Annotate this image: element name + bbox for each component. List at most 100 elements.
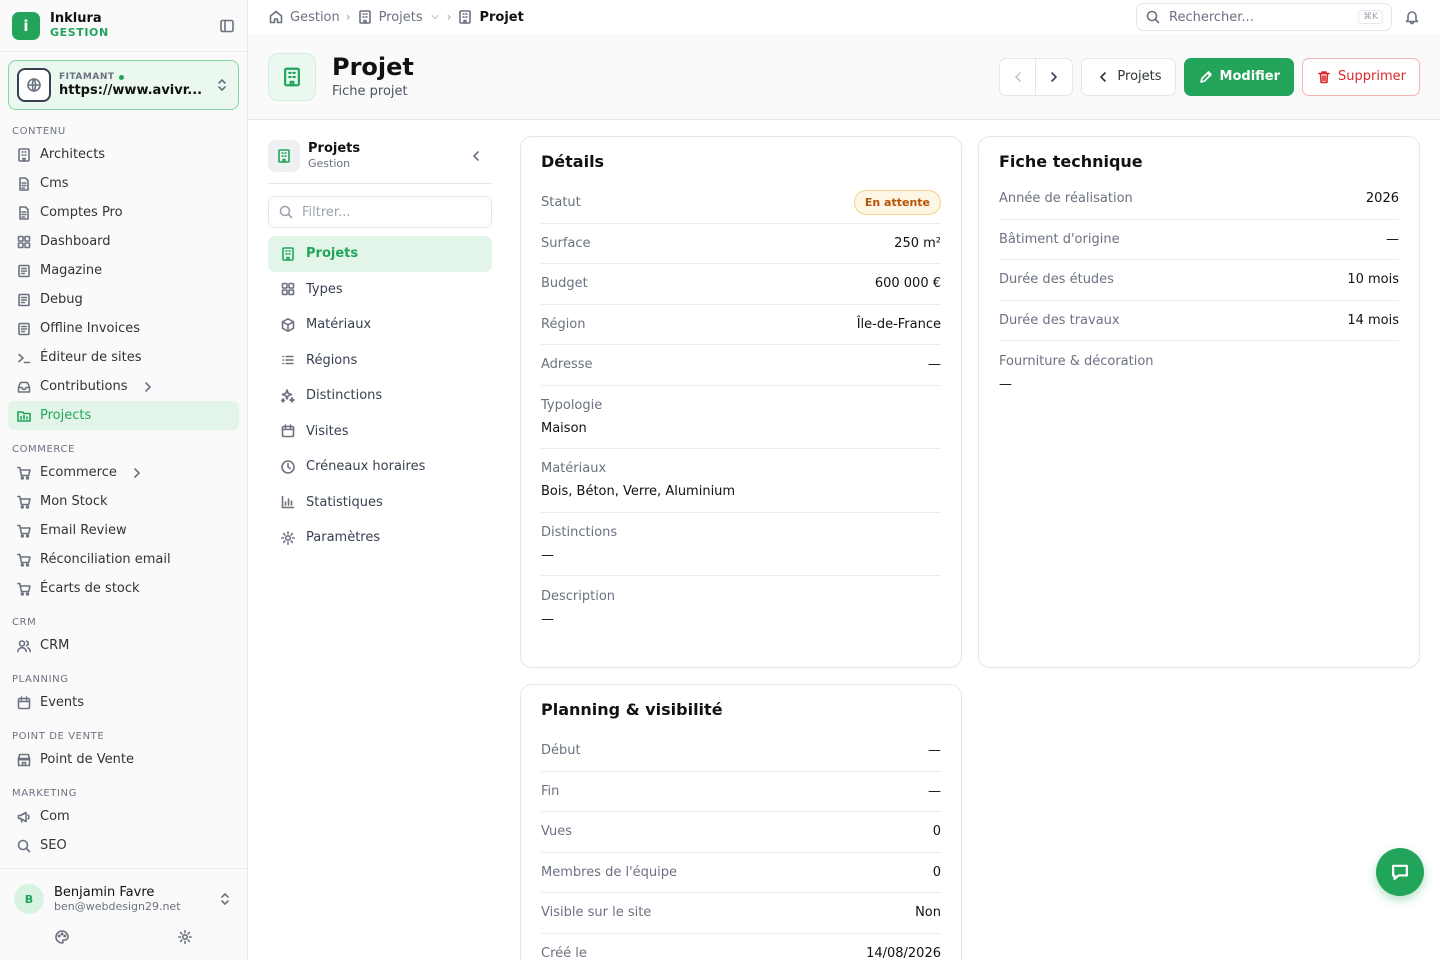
terminal-icon	[16, 350, 32, 366]
field-label: Vues	[541, 824, 573, 840]
search-icon	[16, 838, 32, 854]
subnav-item-types[interactable]: Types	[268, 272, 492, 308]
sidebar-item-architects[interactable]: Architects	[8, 140, 239, 169]
field-value: —	[541, 611, 554, 627]
trash-icon	[1316, 69, 1332, 85]
sidebar-item-label: Mon Stock	[40, 494, 108, 509]
sparkles-icon	[280, 388, 296, 404]
sidebar-item-label: Comptes Pro	[40, 205, 123, 220]
subnav-item-creneaux-horaires[interactable]: Créneaux horaires	[268, 449, 492, 485]
chat-icon	[1389, 861, 1411, 883]
field-value: 0	[932, 864, 941, 880]
search-box[interactable]: ⌘K	[1136, 3, 1392, 31]
users-icon	[16, 638, 32, 654]
chevron-right-icon	[129, 465, 145, 481]
breadcrumb-parent[interactable]: Projets	[357, 9, 441, 25]
file-icon	[16, 205, 32, 221]
sidebar-item-offline-invoices[interactable]: Offline Invoices	[8, 314, 239, 343]
grid-icon	[280, 281, 296, 297]
next-record-button[interactable]	[1036, 59, 1072, 95]
field-value: 2026	[1365, 191, 1399, 207]
sidebar-item-label: Contributions	[40, 379, 128, 394]
field-label: Début	[541, 743, 581, 759]
subnav-item-distinctions[interactable]: Distinctions	[268, 378, 492, 414]
sidebar-item-seo[interactable]: SEO	[8, 831, 239, 860]
subnav-item-regions[interactable]: Régions	[268, 343, 492, 379]
breadcrumb-home[interactable]: Gestion	[268, 9, 340, 25]
field-surface: Surface 250 m²	[541, 224, 941, 264]
subnav-item-visites[interactable]: Visites	[268, 414, 492, 450]
sidebar-section-title: MARKETING	[12, 788, 77, 799]
sidebar-item-label: Com	[40, 809, 70, 824]
planning-title: Planning & visibilité	[541, 700, 723, 719]
previous-record-button[interactable]	[1000, 58, 1037, 95]
sidebar-item-email-review[interactable]: Email Review	[8, 516, 239, 545]
chat-button[interactable]	[1376, 848, 1424, 896]
sidebar-item-debug[interactable]: Debug	[8, 285, 239, 314]
sidebar-nav: CONTENU Architects Cms Comptes Pro Dashboard…	[0, 118, 247, 868]
delete-button[interactable]: Supprimer	[1302, 57, 1420, 96]
avatar: B	[14, 884, 44, 914]
field-batiment-d-origine: Bâtiment d'origine —	[999, 220, 1399, 260]
sidebar-toggle-icon[interactable]	[219, 18, 235, 34]
sidebar-item-label: Point de Vente	[40, 752, 135, 767]
sidebar-section-title: POINT DE VENTE	[12, 731, 105, 742]
sidebar-section-title: CRM	[12, 617, 37, 628]
subnav-item-parametres[interactable]: Paramètres	[268, 520, 492, 556]
field-value: —	[928, 783, 941, 799]
building-icon	[280, 246, 296, 262]
building-icon	[268, 139, 300, 172]
palette-icon[interactable]	[54, 929, 70, 945]
field-value: —	[928, 743, 941, 759]
sidebar-item-crm[interactable]: CRM	[8, 631, 239, 660]
back-to-projects-button[interactable]: Projets	[1081, 57, 1176, 96]
sidebar-item-cms[interactable]: Cms	[8, 169, 239, 198]
field-label: Durée des travaux	[999, 312, 1120, 328]
field-vues: Vues 0	[541, 812, 941, 853]
secondary-nav: Projets Gestion Projets Types Matériaux Rég…	[268, 136, 492, 556]
sidebar-item-point-de-vente[interactable]: Point de Vente	[8, 745, 239, 774]
sidebar-item-mon-stock[interactable]: Mon Stock	[8, 487, 239, 516]
sidebar-item-reconciliation-email[interactable]: Réconciliation email	[8, 545, 239, 574]
cart-icon	[16, 465, 32, 481]
sidebar-item-events[interactable]: Events	[8, 688, 239, 717]
clock-icon	[280, 459, 296, 475]
field-budget: Budget 600 000 €	[541, 264, 941, 305]
field-visible-sur-le-site: Visible sur le site Non	[541, 893, 941, 934]
field-label: Visible sur le site	[541, 905, 652, 921]
field-label: Distinctions	[541, 524, 618, 540]
bell-icon[interactable]	[1404, 9, 1420, 25]
sidebar-item-magazine[interactable]: Magazine	[8, 256, 239, 285]
cart-icon	[16, 581, 32, 597]
site-selector[interactable]: FITAMANT https://www.avivr...	[8, 60, 239, 110]
field-label: Région	[541, 316, 586, 332]
field-label: Fin	[541, 783, 560, 799]
chevron-down-icon[interactable]	[429, 9, 441, 25]
breadcrumb: Gestion › Projets › Projet	[268, 9, 524, 25]
collapse-chevron-icon[interactable]	[468, 148, 484, 164]
sidebar-item-label: Magazine	[40, 263, 103, 278]
sidebar-item-dashboard[interactable]: Dashboard	[8, 227, 239, 256]
sidebar-item-com[interactable]: Com	[8, 802, 239, 831]
sidebar-item-comptes-pro[interactable]: Comptes Pro	[8, 198, 239, 227]
subnav-item-statistiques[interactable]: Statistiques	[268, 485, 492, 521]
subnav-item-projets[interactable]: Projets	[268, 236, 492, 272]
sidebar-item-ecommerce[interactable]: Ecommerce	[8, 458, 239, 487]
sidebar-item-editeur-de-sites[interactable]: Éditeur de sites	[8, 343, 239, 372]
filter-input[interactable]	[302, 204, 482, 220]
search-input[interactable]	[1169, 9, 1351, 25]
chart-icon	[280, 494, 296, 510]
user-menu[interactable]: B Benjamin Favre ben@webdesign29.net	[0, 869, 247, 929]
edit-button[interactable]: Modifier	[1183, 57, 1295, 96]
sidebar-item-projects[interactable]: Projects	[8, 401, 239, 430]
sidebar-item-label: SEO	[40, 838, 67, 853]
gear-icon[interactable]	[177, 929, 193, 945]
sidebar-item-contributions[interactable]: Contributions	[8, 372, 239, 401]
field-value: 0	[932, 824, 941, 840]
sidebar-item-ecarts-de-stock[interactable]: Écarts de stock	[8, 574, 239, 603]
folder-icon	[16, 408, 32, 424]
record-pager	[999, 57, 1074, 96]
filter-box[interactable]	[268, 196, 492, 228]
field-value: 250 m²	[894, 235, 941, 251]
subnav-item-materiaux[interactable]: Matériaux	[268, 307, 492, 343]
